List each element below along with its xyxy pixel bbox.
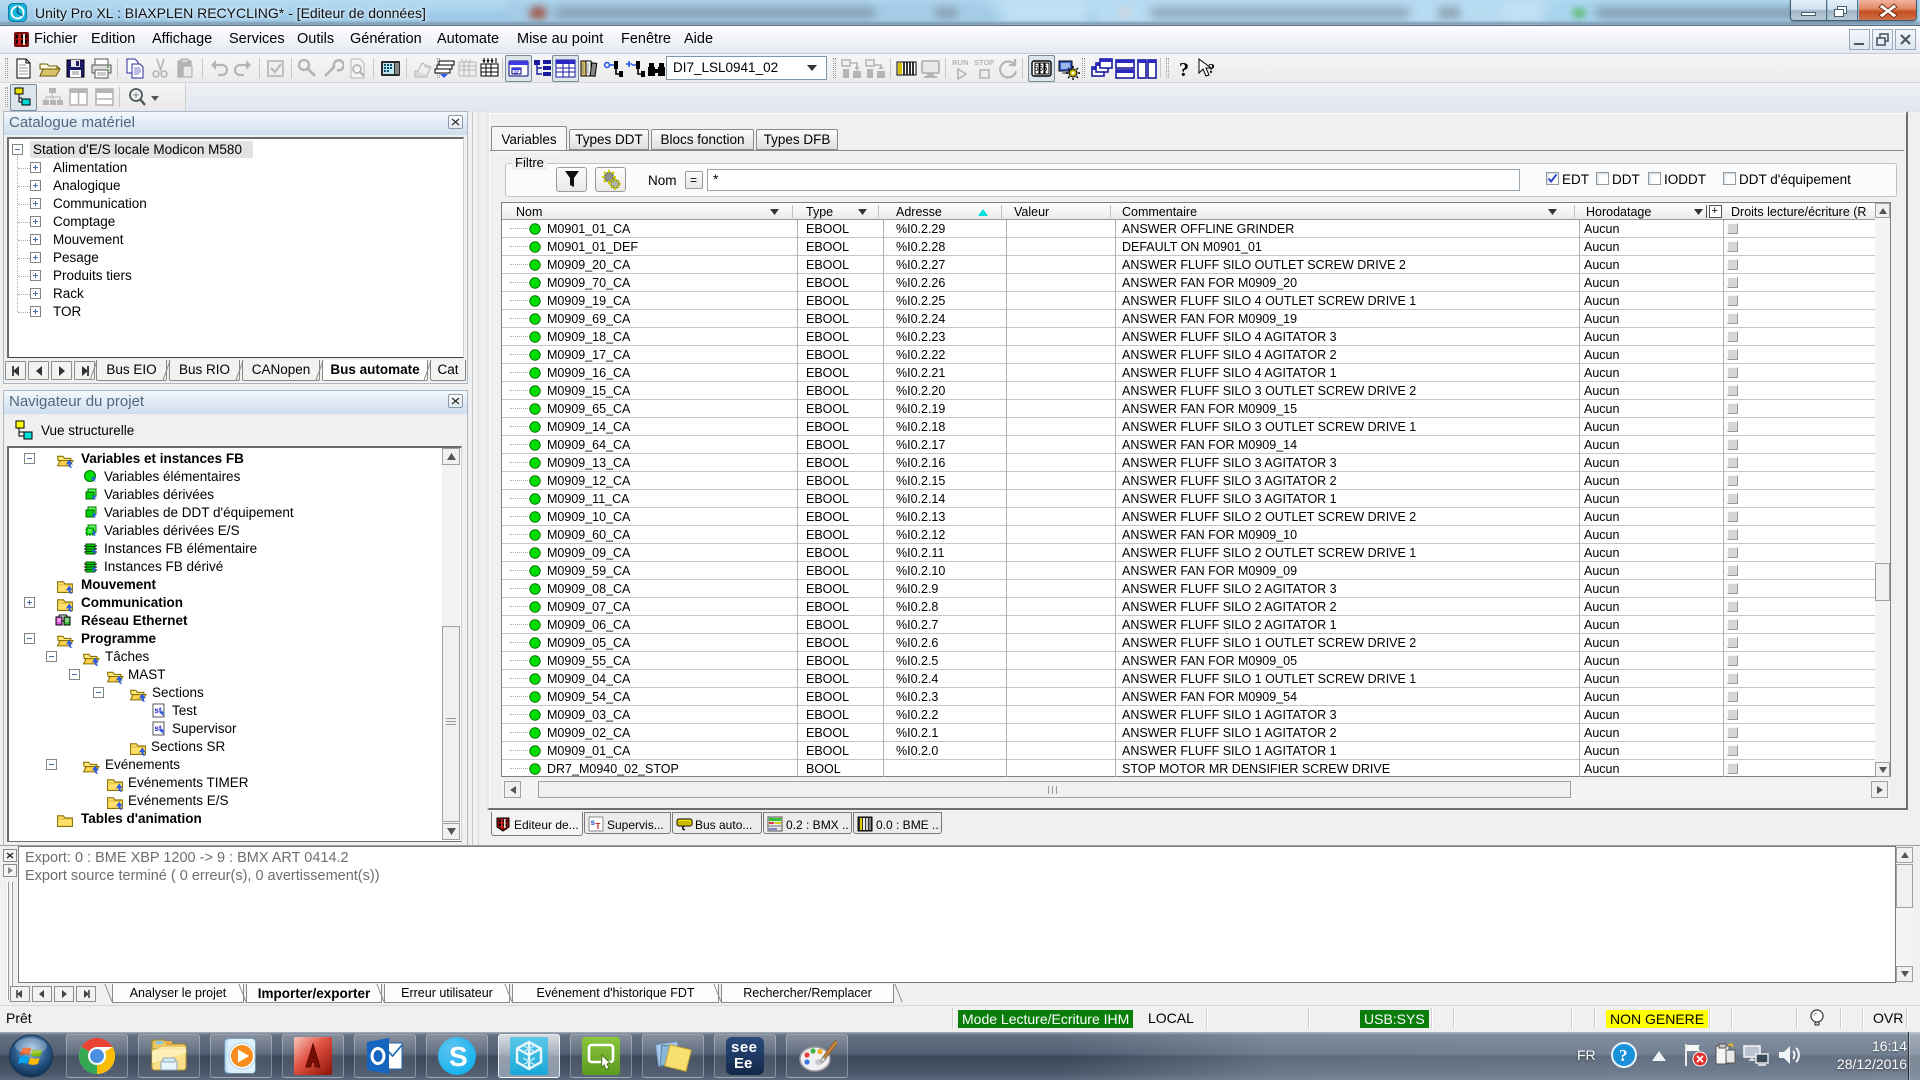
svg-text:st: st bbox=[154, 706, 161, 715]
svg-text:STOP: STOP bbox=[974, 58, 994, 67]
svg-text:T: T bbox=[596, 822, 601, 831]
svg-text:RUN: RUN bbox=[952, 58, 968, 67]
svg-text:?: ? bbox=[1619, 1046, 1628, 1065]
svg-text:?: ? bbox=[1208, 62, 1215, 77]
svg-text:st: st bbox=[154, 724, 161, 733]
svg-text:666: 666 bbox=[1034, 64, 1048, 73]
svg-text:?: ? bbox=[1179, 59, 1189, 80]
